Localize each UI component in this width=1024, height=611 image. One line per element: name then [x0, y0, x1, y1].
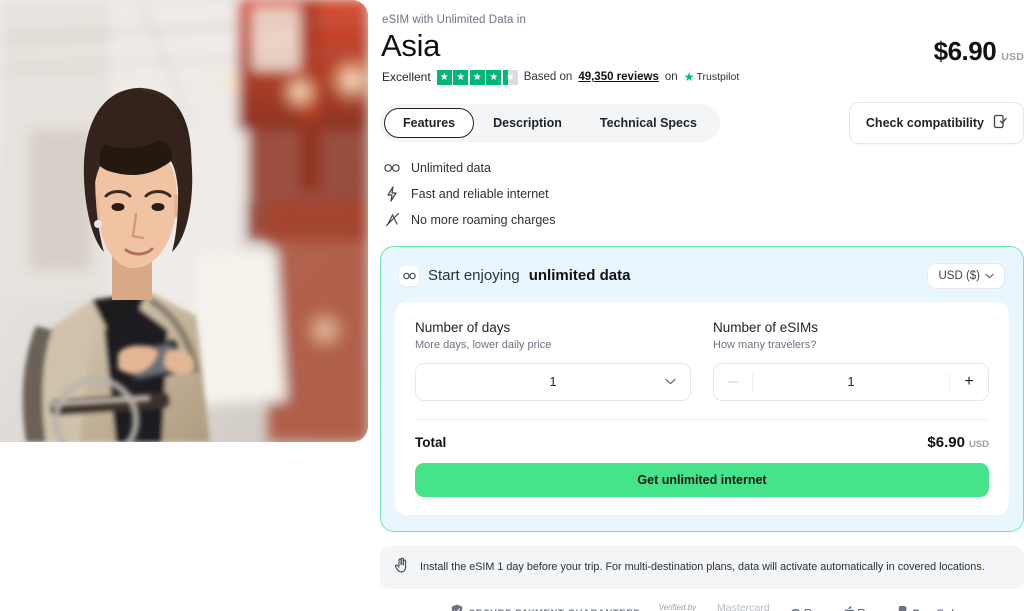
- tab-technical-specs[interactable]: Technical Specs: [581, 108, 716, 138]
- days-sublabel: More days, lower daily price: [415, 338, 552, 351]
- check-compatibility-label: Check compatibility: [865, 115, 984, 130]
- feature-label: Fast and reliable internet: [411, 186, 549, 201]
- eyebrow-text: eSIM with Unlimited Data in: [382, 14, 526, 26]
- price-amount: $6.90: [933, 36, 997, 66]
- feature-label: No more roaming charges: [411, 212, 556, 227]
- esims-value: 1: [847, 374, 855, 390]
- days-field: Number of days More days, lower daily pr…: [415, 320, 691, 401]
- infinity-icon: [399, 265, 419, 286]
- reviews-link[interactable]: 49,350 reviews: [578, 71, 659, 83]
- feature-label: Unlimited data: [411, 160, 491, 175]
- tabs-row: Features Description Technical Specs Che…: [380, 101, 1024, 144]
- install-hand-icon: [394, 557, 409, 578]
- payment-badges: SECURE PAYMENT GUARANTEED Verified by VI…: [380, 601, 1024, 611]
- check-compatibility-button[interactable]: Check compatibility: [848, 101, 1024, 144]
- header-price: $6.90 USD: [934, 36, 1024, 67]
- plan-title-prefix: Start enjoying: [428, 267, 520, 285]
- esims-field: Number of eSIMs How many travelers? – 1 …: [713, 320, 989, 401]
- secure-payment-badge: SECURE PAYMENT GUARANTEED: [451, 604, 641, 611]
- tab-group: Features Description Technical Specs: [380, 103, 720, 142]
- esims-label: Number of eSIMs: [713, 319, 819, 335]
- shield-check-icon: [451, 604, 463, 611]
- plan-panel: Start enjoying unlimited data USD ($) Nu…: [380, 245, 1024, 532]
- install-notice-text: Install the eSIM 1 day before your trip.…: [420, 561, 985, 574]
- mastercard-wordmark: Mastercard: [717, 601, 770, 611]
- days-select[interactable]: 1: [415, 362, 691, 401]
- trustpilot-name: Trustpilot: [696, 71, 740, 84]
- infinity-icon: [384, 160, 400, 176]
- get-unlimited-internet-button[interactable]: Get unlimited internet: [415, 462, 989, 497]
- star-rating: ★ ★ ★ ★ ★: [436, 69, 518, 85]
- total-value: $6.90 USD: [927, 434, 989, 451]
- total-row: Total $6.90 USD: [415, 434, 989, 451]
- price-currency: USD: [1001, 51, 1024, 63]
- chevron-down-icon: [985, 270, 994, 282]
- paypal-p-icon: [897, 605, 908, 611]
- apple-logo-icon: [843, 605, 855, 611]
- star-icon: ★: [469, 69, 485, 85]
- apple-pay-badge: Pay: [843, 605, 879, 611]
- paypal-badge: Pay Pal: [897, 605, 953, 611]
- tab-description[interactable]: Description: [474, 108, 581, 138]
- product-page: eSIM with Unlimited Data in Asia $6.90 U…: [0, 0, 1024, 611]
- currency-selector[interactable]: USD ($): [927, 262, 1005, 289]
- chevron-down-icon: [665, 376, 676, 388]
- plan-panel-header: Start enjoying unlimited data USD ($): [395, 261, 1009, 289]
- verified-by-visa-badge: Verified by VISA: [658, 602, 697, 611]
- rating-word: Excellent: [382, 70, 431, 85]
- trustpilot-rating: Excellent ★ ★ ★ ★ ★ Based on 49,350 revi…: [382, 69, 1024, 85]
- trustpilot-star-icon: ★: [683, 70, 695, 85]
- feature-row: Unlimited data: [384, 160, 1024, 176]
- star-partial-icon: ★: [502, 69, 518, 85]
- header-block: eSIM with Unlimited Data in Asia $6.90 U…: [380, 14, 1024, 67]
- apple-pay-label: Pay: [857, 606, 879, 611]
- currency-selector-label: USD ($): [938, 269, 980, 282]
- plan-title-strong: unlimited data: [528, 267, 631, 285]
- hero-image: [0, 0, 368, 442]
- esims-stepper: – 1 +: [713, 362, 989, 401]
- total-currency: USD: [968, 438, 989, 450]
- plan-panel-title: Start enjoying unlimited data: [399, 265, 631, 286]
- star-icon: ★: [453, 69, 469, 85]
- google-pay-badge: G Pay: [791, 606, 827, 611]
- esims-increment-button[interactable]: +: [950, 364, 988, 400]
- esims-sublabel: How many travelers?: [713, 338, 817, 351]
- google-g-icon: G: [791, 606, 801, 611]
- trustpilot-brand: ★ Trustpilot: [684, 70, 740, 84]
- hero-photo: [0, 0, 368, 442]
- plan-config-card: Number of days More days, lower daily pr…: [395, 301, 1009, 515]
- feature-row: Fast and reliable internet: [384, 186, 1024, 202]
- card-divider: [415, 418, 989, 420]
- days-label: Number of days: [415, 319, 511, 335]
- no-roaming-icon: [384, 212, 400, 228]
- total-price: $6.90: [927, 433, 965, 451]
- star-icon: ★: [486, 69, 502, 85]
- product-details: eSIM with Unlimited Data in Asia $6.90 U…: [380, 0, 1024, 611]
- features-list: Unlimited data Fast and reliable interne…: [384, 160, 1024, 228]
- phone-check-icon: [993, 114, 1007, 132]
- paypal-pal-text: Pal: [936, 607, 953, 611]
- days-value: 1: [549, 374, 557, 390]
- google-pay-label: Pay: [804, 606, 826, 611]
- plan-fields: Number of days More days, lower daily pr…: [415, 320, 989, 401]
- feature-row: No more roaming charges: [384, 212, 1024, 228]
- mastercard-securecode-badge: Mastercard SecureCode: [714, 601, 772, 611]
- paypal-pay-text: Pay: [911, 607, 932, 611]
- tab-features[interactable]: Features: [384, 107, 475, 138]
- on-label: on: [664, 71, 678, 84]
- total-label: Total: [415, 434, 447, 450]
- page-title: Asia: [381, 28, 441, 63]
- esims-decrement-button[interactable]: –: [714, 364, 752, 400]
- lightning-bolt-icon: [384, 186, 400, 202]
- install-notice: Install the eSIM 1 day before your trip.…: [380, 545, 1024, 589]
- based-on-label: Based on: [523, 71, 573, 84]
- visa-verified-line: Verified by: [658, 602, 697, 611]
- star-icon: ★: [436, 69, 452, 85]
